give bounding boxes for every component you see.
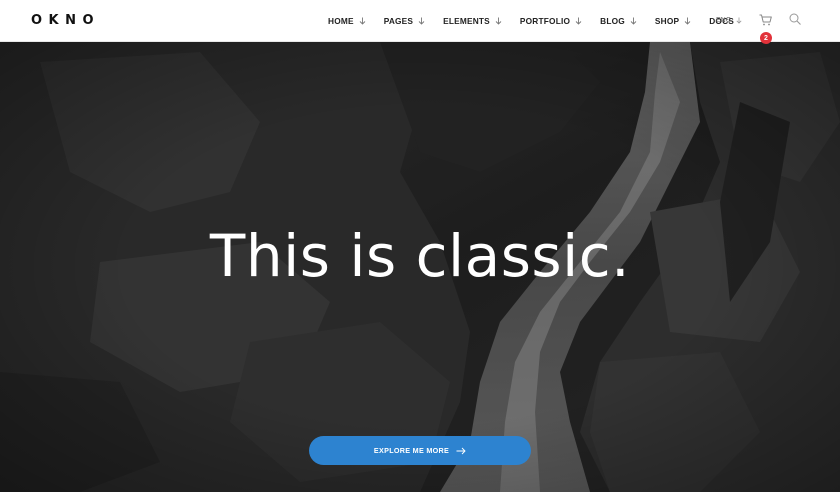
chevron-down-icon: [575, 17, 582, 25]
cart-count-badge: 2: [760, 32, 772, 44]
chevron-down-icon: [418, 17, 425, 25]
nav-item-label: HOME: [328, 16, 354, 26]
nav-item-pages[interactable]: PAGES: [384, 16, 425, 26]
nav-item-home[interactable]: HOME: [328, 16, 366, 26]
nav-item-blog[interactable]: BLOG: [600, 16, 637, 26]
chevron-down-icon: [495, 17, 502, 25]
explore-button-label: EXPLORE ME MORE: [373, 446, 450, 455]
nav-item-label: BLOG: [600, 16, 625, 26]
chevron-down-icon: [630, 17, 637, 25]
hero-headline: This is classic.: [209, 222, 631, 290]
nav-item-label: PAGES: [383, 16, 414, 26]
nav-item-label: ELEMENTS: [443, 16, 490, 26]
chevron-down-icon: [736, 17, 742, 24]
nav-item-elements[interactable]: ELEMENTS: [443, 16, 502, 26]
nav-item-label: PORTFOLIO: [519, 16, 571, 26]
chevron-down-icon: [684, 17, 691, 25]
nav-item-shop[interactable]: SHOP: [655, 16, 691, 26]
language-label: ENG: [716, 17, 732, 24]
top-navigation-bar: OKNO HOME PAGES ELEMENTS PORTFOLIO BLOG …: [0, 0, 840, 42]
hero-section: This is classic. EXPLORE ME MORE: [0, 42, 840, 492]
nav-item-portfolio[interactable]: PORTFOLIO: [520, 16, 582, 26]
nav-item-label: SHOP: [654, 16, 680, 26]
explore-button[interactable]: EXPLORE ME MORE: [309, 436, 531, 465]
main-nav: HOME PAGES ELEMENTS PORTFOLIO BLOG SHOP …: [328, 0, 734, 42]
arrow-right-icon: [456, 447, 466, 454]
site-logo[interactable]: OKNO: [31, 13, 100, 28]
search-icon[interactable]: [789, 13, 801, 25]
chevron-down-icon: [359, 17, 366, 25]
cart-icon[interactable]: [759, 14, 772, 26]
language-switcher[interactable]: ENG: [716, 17, 742, 24]
